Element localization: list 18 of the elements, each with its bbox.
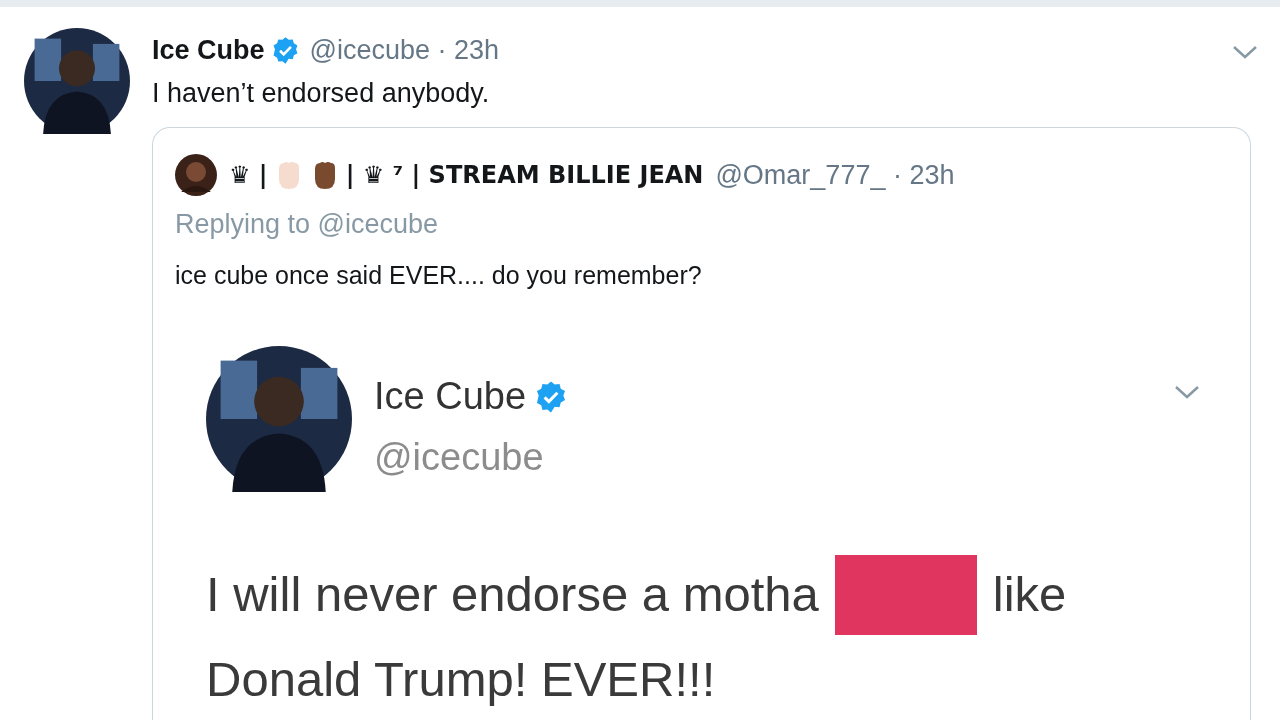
- author-name-start[interactable]: ♛ |: [229, 157, 268, 193]
- author-handle: @icecube · 23h: [309, 34, 500, 67]
- author-name[interactable]: Ice Cube: [152, 30, 265, 71]
- embedded-tweet-text: I will never endorse a motha: [206, 566, 819, 623]
- quoted-tweet-text: ice cube once said EVER.... do you remember?: [175, 259, 703, 291]
- embedded-tweet-text: Donald Trump! EVER!!!: [206, 651, 717, 708]
- author-name-end[interactable]: | ♛ ⁷ | STREAM BILLIE JEAN: [345, 157, 704, 193]
- quoted-tweet-card[interactable]: ♛ | | ♛ ⁷ | STREAM BILLIE JEAN @Omar_777_ · 23h Replying to @icecube ice cube once said EVER.... do you remember? Ice Cube @icecube I will never endorse a motha like Donald Trump! EVER!!!: [152, 127, 1251, 720]
- author-handle: @Omar_777_ · 23h: [715, 158, 955, 192]
- avatar[interactable]: [175, 154, 217, 196]
- embedded-author-handle: @icecube: [374, 435, 545, 480]
- chevron-down-icon[interactable]: [1232, 44, 1258, 60]
- embedded-author-name: Ice Cube: [374, 374, 527, 419]
- embedded-tweet-text: like: [992, 566, 1067, 623]
- avatar[interactable]: [24, 28, 130, 134]
- chevron-down-icon[interactable]: [1174, 384, 1200, 400]
- avatar[interactable]: [206, 346, 352, 492]
- tweet-text: I haven’t endorsed anybody.: [152, 76, 491, 110]
